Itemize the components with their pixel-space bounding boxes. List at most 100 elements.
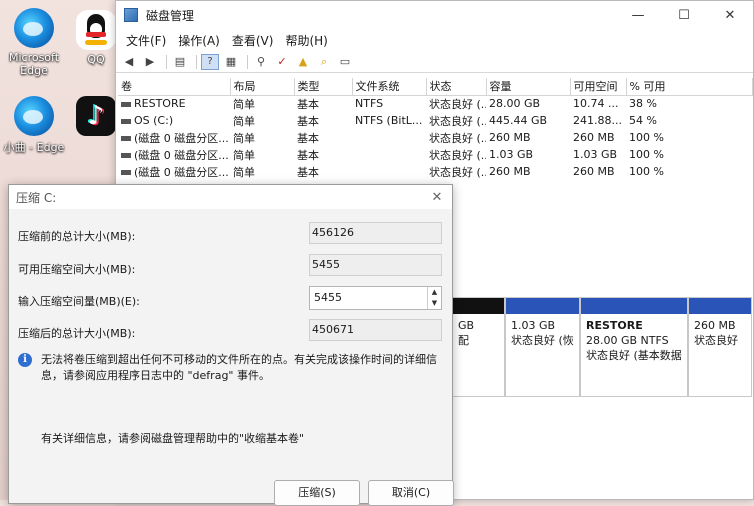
available-space-field: 5455 xyxy=(309,254,442,276)
close-button[interactable]: ✕ xyxy=(707,1,753,29)
table-cell: 简单 xyxy=(233,165,255,179)
partition-block[interactable]: 260 MB 状态良好 xyxy=(688,297,752,397)
col-header-capacity[interactable]: 容量 xyxy=(486,78,571,96)
total-after-label: 压缩后的总计大小(MB): xyxy=(18,327,136,340)
table-cell xyxy=(352,163,426,180)
table-cell: 100 % xyxy=(629,131,664,144)
table-cell: NTFS (BitL... xyxy=(355,114,423,127)
table-cell: 100 % xyxy=(629,148,664,161)
title-bar: 磁盘管理 — ☐ ✕ xyxy=(116,1,753,29)
menu-file[interactable]: 文件(F) xyxy=(120,32,172,49)
table-row[interactable]: (磁盘 0 磁盘分区... 简单 基本 状态良好 (... 260 MB 260… xyxy=(118,129,752,146)
volume-name-cell: (磁盘 0 磁盘分区... xyxy=(118,163,230,180)
partition-size: 1.03 GB xyxy=(511,319,556,332)
table-cell: 10.74 ... xyxy=(573,97,619,111)
table-cell: 简单 xyxy=(233,114,255,128)
desktop-icon-label: 小曲 - Edge xyxy=(3,141,65,154)
partition-block[interactable]: GB 配 xyxy=(452,297,505,397)
table-cell: 基本 xyxy=(297,131,319,145)
cancel-button[interactable]: 取消(C) xyxy=(368,480,454,506)
volume-name-cell: (磁盘 0 磁盘分区... xyxy=(118,146,230,163)
table-cell: 260 MB xyxy=(573,165,615,178)
shrink-amount-stepper[interactable]: ▲ ▼ xyxy=(427,287,441,309)
list-view-icon[interactable]: ▤ xyxy=(171,54,189,70)
col-header-percent-free[interactable]: % 可用 xyxy=(626,78,753,96)
table-cell: 1.03 GB xyxy=(489,148,534,161)
volume-list-header: 卷 布局 类型 文件系统 状态 容量 可用空间 % 可用 xyxy=(118,78,753,96)
partition-size: 28.00 GB NTFS xyxy=(586,334,669,347)
search-disk-icon[interactable]: ⌕ xyxy=(315,54,333,70)
connect-icon[interactable]: ⚲ xyxy=(252,54,270,70)
partition-title: RESTORE xyxy=(586,319,643,332)
toolbar: ◀ ▶ ▤ ? ▦ ⚲ ✓ ▲ ⌕ ▭ xyxy=(116,51,753,73)
partition-block-restore[interactable]: RESTORE 28.00 GB NTFS 状态良好 (基本数据 xyxy=(580,297,688,397)
partition-size: GB xyxy=(458,319,475,332)
total-after-field: 450671 xyxy=(309,319,442,341)
folder-up-icon[interactable]: ▲ xyxy=(294,54,312,70)
volume-icon xyxy=(121,170,131,175)
maximize-button[interactable]: ☐ xyxy=(661,1,707,29)
info-icon: i xyxy=(18,353,32,367)
qq-icon xyxy=(76,10,116,50)
menu-bar: 文件(F) 操作(A) 查看(V) 帮助(H) xyxy=(116,29,753,51)
table-cell xyxy=(352,129,426,146)
shrink-button[interactable]: 压缩(S) xyxy=(274,480,360,506)
table-cell: 445.44 GB xyxy=(489,114,548,127)
table-cell: 基本 xyxy=(297,165,319,179)
col-header-status[interactable]: 状态 xyxy=(426,78,487,96)
desktop-icon-edge[interactable]: Microsoft Edge xyxy=(0,8,68,77)
table-cell: 260 MB xyxy=(489,131,531,144)
menu-help[interactable]: 帮助(H) xyxy=(279,32,333,49)
col-header-layout[interactable]: 布局 xyxy=(230,78,295,96)
forward-icon[interactable]: ▶ xyxy=(141,54,159,70)
menu-view[interactable]: 查看(V) xyxy=(226,32,280,49)
volume-icon xyxy=(121,153,131,158)
edge-icon xyxy=(14,8,54,48)
table-row[interactable]: OS (C:) 简单 基本 NTFS (BitL... 状态良好 (... 44… xyxy=(118,112,752,129)
shrink-amount-label: 输入压缩空间量(MB)(E): xyxy=(18,295,140,308)
table-cell: 100 % xyxy=(629,165,664,178)
col-header-type[interactable]: 类型 xyxy=(294,78,353,96)
window-title: 磁盘管理 xyxy=(146,8,195,23)
tiktok-icon: ♪ xyxy=(76,96,116,136)
minimize-button[interactable]: — xyxy=(615,1,661,29)
table-row[interactable]: (磁盘 0 磁盘分区... 简单 基本 状态良好 (... 260 MB 260… xyxy=(118,163,752,180)
table-cell: 241.88... xyxy=(573,114,622,127)
menu-action[interactable]: 操作(A) xyxy=(172,32,226,49)
disk-layout-map: GB 配 1.03 GB 状态良好 (恢 RESTORE 28.00 GB NTFS 状… xyxy=(452,297,752,397)
col-header-free[interactable]: 可用空间 xyxy=(570,78,627,96)
shrink-amount-value: 5455 xyxy=(314,291,342,304)
back-icon[interactable]: ◀ xyxy=(120,54,138,70)
col-header-filesystem[interactable]: 文件系统 xyxy=(352,78,427,96)
shrink-amount-input[interactable]: 5455 ▲ ▼ xyxy=(309,286,442,310)
desktop-icon-edge-profile[interactable]: 小曲 - Edge xyxy=(0,96,68,155)
partition-block[interactable]: 1.03 GB 状态良好 (恢 xyxy=(505,297,580,397)
partition-status: 状态良好 (恢 xyxy=(511,334,574,347)
info-message: 无法将卷压缩到超出任何不可移动的文件所在的点。有关完成该操作时间的详细信息，请参… xyxy=(41,353,437,382)
volume-name-cell: RESTORE xyxy=(118,95,230,112)
dialog-close-icon[interactable]: ✕ xyxy=(422,190,452,205)
table-row[interactable]: RESTORE 简单 基本 NTFS 状态良好 (... 28.00 GB 10… xyxy=(118,95,752,112)
check-icon[interactable]: ✓ xyxy=(273,54,291,70)
volume-icon xyxy=(121,136,131,141)
volume-name-cell: (磁盘 0 磁盘分区... xyxy=(118,129,230,146)
col-header-volume[interactable]: 卷 xyxy=(118,78,231,96)
partition-status: 状态良好 (基本数据 xyxy=(586,349,682,362)
volume-list: 卷 布局 类型 文件系统 状态 容量 可用空间 % 可用 RESTORE 简单 … xyxy=(118,78,753,180)
stepper-up-icon[interactable]: ▲ xyxy=(428,287,441,298)
properties-icon[interactable]: ▦ xyxy=(222,54,240,70)
stepper-down-icon[interactable]: ▼ xyxy=(428,298,441,309)
table-row[interactable]: (磁盘 0 磁盘分区... 简单 基本 状态良好 (... 1.03 GB 1.… xyxy=(118,146,752,163)
table-cell: 状态良好 (... xyxy=(429,165,486,179)
table-cell: 260 MB xyxy=(489,165,531,178)
table-cell: 简单 xyxy=(233,97,255,111)
available-space-label: 可用压缩空间大小(MB): xyxy=(18,263,136,276)
help-icon[interactable]: ? xyxy=(201,53,219,70)
settings-icon[interactable]: ▭ xyxy=(336,54,354,70)
disk-management-icon xyxy=(124,8,138,22)
help-message: 有关详细信息，请参阅磁盘管理帮助中的"收缩基本卷" xyxy=(41,432,305,445)
table-cell: 260 MB xyxy=(573,131,615,144)
table-cell: 简单 xyxy=(233,131,255,145)
volume-icon xyxy=(121,118,131,124)
partition-status: 状态良好 xyxy=(694,334,738,347)
